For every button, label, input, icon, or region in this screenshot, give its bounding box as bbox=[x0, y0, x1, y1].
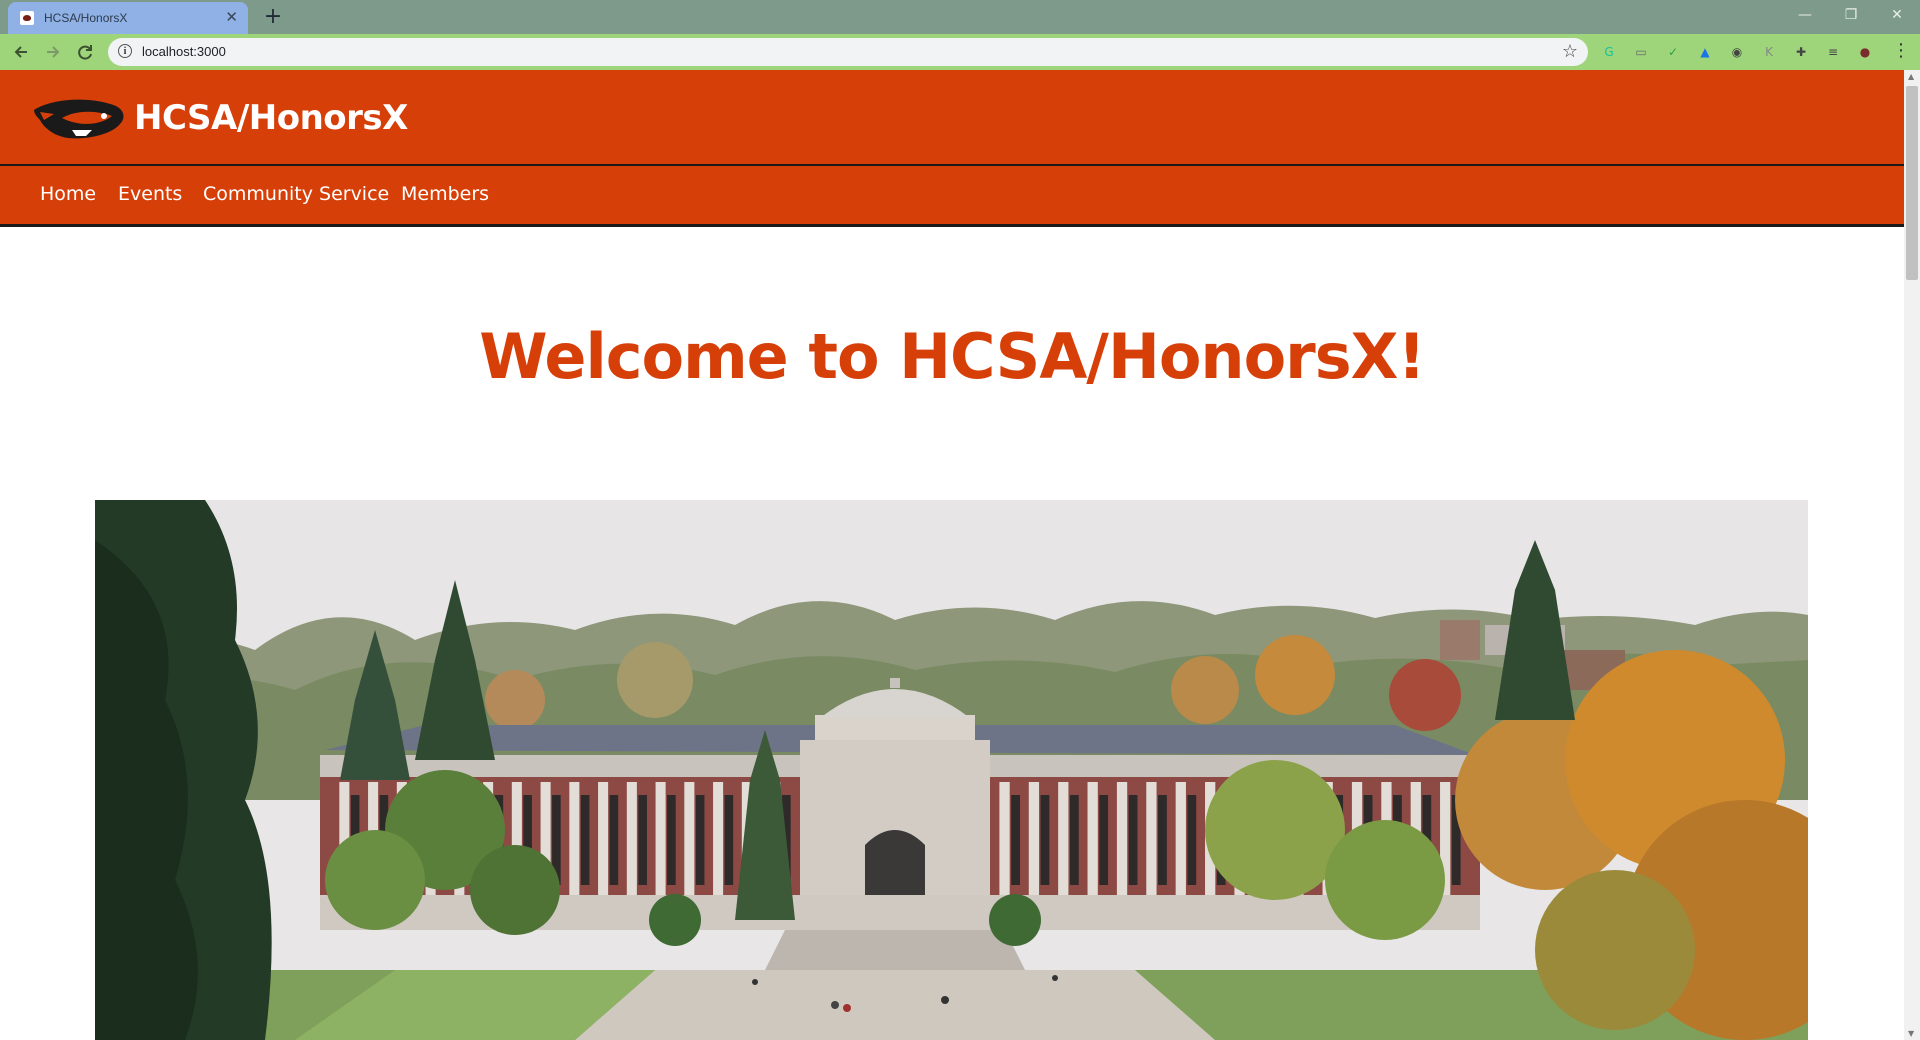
url-text[interactable]: localhost:3000 bbox=[142, 44, 226, 59]
extensions-puzzle-icon[interactable]: ✚ bbox=[1792, 43, 1810, 61]
extension-icon-2[interactable]: ▭ bbox=[1632, 43, 1650, 61]
drive-extension-icon[interactable]: ▲ bbox=[1696, 43, 1714, 61]
minimize-button[interactable]: — bbox=[1782, 0, 1828, 30]
shield-extension-icon[interactable]: ✓ bbox=[1664, 43, 1682, 61]
menu-icon[interactable]: ⋮ bbox=[1892, 40, 1910, 62]
extension-icon-6[interactable]: K bbox=[1760, 43, 1778, 61]
reading-list-icon[interactable]: ≡ bbox=[1824, 43, 1842, 61]
grammarly-extension-icon[interactable]: G bbox=[1600, 43, 1618, 61]
reload-icon[interactable] bbox=[74, 41, 96, 63]
tab-title: HCSA/HonorsX bbox=[44, 11, 128, 25]
address-bar[interactable]: i localhost:3000 ☆ bbox=[108, 38, 1588, 66]
info-icon[interactable]: i bbox=[118, 44, 132, 58]
site-title[interactable]: HCSA/HonorsX bbox=[134, 98, 408, 138]
profile-avatar-icon[interactable]: ● bbox=[1856, 43, 1874, 61]
tab-close-icon[interactable]: ✕ bbox=[225, 8, 238, 26]
forward-icon[interactable] bbox=[42, 41, 64, 63]
maximize-button[interactable]: ❐ bbox=[1828, 0, 1874, 30]
new-tab-button[interactable]: + bbox=[260, 4, 286, 30]
star-icon[interactable]: ☆ bbox=[1562, 41, 1578, 62]
site-header: HCSA/HonorsX bbox=[0, 70, 1904, 166]
page-viewport: HCSA/HonorsX Home Events Community Servi… bbox=[0, 70, 1904, 1040]
browser-tab[interactable]: HCSA/HonorsX ✕ bbox=[8, 2, 248, 34]
nav-link-members[interactable]: Members bbox=[401, 183, 489, 205]
back-icon[interactable] bbox=[10, 41, 32, 63]
page-title: Welcome to HCSA/HonorsX! bbox=[479, 320, 1425, 393]
browser-tab-strip: HCSA/HonorsX ✕ + — ❐ ✕ bbox=[0, 0, 1920, 34]
scroll-up-icon[interactable]: ▲ bbox=[1908, 72, 1914, 81]
main-nav: Home Events Community Service Members bbox=[0, 166, 1904, 227]
campus-building-photo bbox=[95, 500, 1808, 1040]
favicon-icon bbox=[20, 11, 34, 25]
page-scrollbar[interactable]: ▲ ▼ bbox=[1904, 70, 1920, 1040]
beaver-logo-icon[interactable] bbox=[32, 96, 126, 142]
hero-image bbox=[95, 500, 1808, 1040]
close-window-button[interactable]: ✕ bbox=[1874, 0, 1920, 30]
nav-link-home[interactable]: Home bbox=[40, 183, 96, 205]
nav-link-events[interactable]: Events bbox=[118, 183, 182, 205]
extension-icon-5[interactable]: ◉ bbox=[1728, 43, 1746, 61]
scroll-down-icon[interactable]: ▼ bbox=[1908, 1029, 1914, 1038]
nav-link-community-service[interactable]: Community Service bbox=[203, 183, 389, 205]
scroll-thumb[interactable] bbox=[1906, 86, 1918, 280]
